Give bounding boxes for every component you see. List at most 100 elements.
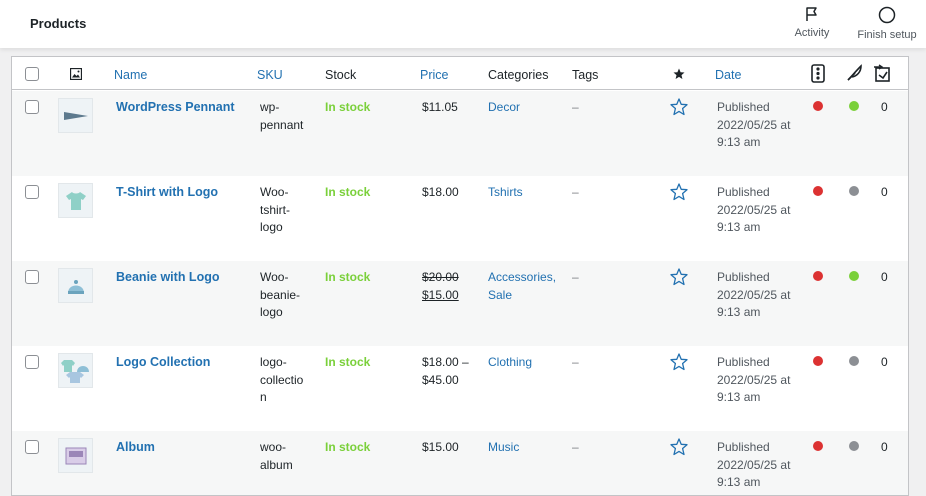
product-name-link[interactable]: Logo Collection [116,354,210,372]
count-cell: 0 [881,270,888,284]
stock-status: In stock [325,100,371,114]
category-link[interactable]: Tshirts [488,184,523,202]
price-cell: $11.05 [422,100,458,114]
column-name[interactable]: Name [114,67,147,85]
status-dot-grey [849,441,859,451]
circle-progress-icon [878,6,896,24]
status-dot-red [813,101,823,111]
price-cell: $18.00 [422,185,459,199]
date-cell: Published 2022/05/25 at 9:13 am [717,355,791,404]
image-icon [70,68,82,80]
sale-price: $15.00 [422,287,459,302]
column-stock: Stock [325,68,357,82]
status-dot-red [813,356,823,366]
column-categories: Categories [488,68,549,82]
star-outline-icon[interactable] [670,183,688,201]
count-cell: 0 [881,440,888,454]
status-dot-green [849,101,859,111]
stock-status: In stock [325,355,371,369]
flag-icon [806,7,817,21]
date-cell: Published 2022/05/25 at 9:13 am [717,100,791,149]
tags-cell: – [572,440,579,454]
beanie-image [67,279,84,294]
finish-setup-button[interactable]: Finish setup [854,6,920,41]
status-dot-green [849,271,859,281]
page-title: Products [30,16,87,31]
category-link[interactable]: Music [488,439,519,457]
table-row: Beanie with Logo Woo-beanie-logo In stoc… [12,261,908,346]
date-cell: Published 2022/05/25 at 9:13 am [717,185,791,234]
products-table: Name SKU Stock Price Categories Tags Dat… [11,56,909,496]
tags-cell: – [572,100,579,114]
product-name-link[interactable]: T-Shirt with Logo [116,184,218,202]
sku-cell: Woo-beanie-logo [260,270,301,319]
column-tags: Tags [572,68,599,82]
status-dot-grey [849,186,859,196]
logo-collection-image [60,359,89,383]
tags-cell: – [572,270,579,284]
count-cell: 0 [881,185,888,199]
featured-star-icon[interactable] [673,68,685,80]
table-row: WordPress Pennant wp-pennant In stock $1… [12,91,908,176]
sku-cell: woo-album [260,440,293,472]
sku-cell: Woo-tshirt-logo [260,185,290,234]
product-thumbnail[interactable] [58,353,93,388]
tshirt-image [65,191,86,210]
category-link[interactable]: Decor [488,99,520,117]
price-cell: $15.00 [422,440,459,454]
activity-button[interactable]: Activity [790,6,834,39]
category-link[interactable]: Clothing [488,354,532,372]
table-header: Name SKU Stock Price Categories Tags Dat… [12,57,908,90]
star-outline-icon[interactable] [670,353,688,371]
product-name-link[interactable]: WordPress Pennant [116,99,235,117]
traffic-light-icon [811,64,825,83]
table-row: Album woo-album In stock $15.00 Music – … [12,431,908,495]
column-sku[interactable]: SKU [257,67,283,85]
count-cell: 0 [881,100,888,114]
product-thumbnail[interactable] [58,98,93,133]
price-cell: $18.00 – $45.00 [422,355,469,387]
date-cell: Published 2022/05/25 at 9:13 am [717,270,791,319]
finish-setup-label: Finish setup [857,29,917,41]
stock-status: In stock [325,440,371,454]
sku-cell: logo-collectio n [260,355,304,404]
album-image [65,447,86,464]
link-count-icon [874,64,890,82]
regular-price: $20.00 [422,270,459,284]
row-checkbox[interactable] [25,270,39,284]
pennant-image [63,111,88,120]
row-checkbox[interactable] [25,185,39,199]
activity-label: Activity [794,27,830,39]
star-outline-icon[interactable] [670,438,688,456]
table-row: Logo Collection logo-collectio n In stock… [12,346,908,431]
column-date[interactable]: Date [715,67,741,85]
product-thumbnail[interactable] [58,438,93,473]
status-dot-red [813,271,823,281]
product-thumbnail[interactable] [58,183,93,218]
row-checkbox[interactable] [25,100,39,114]
row-checkbox[interactable] [25,440,39,454]
row-checkbox[interactable] [25,355,39,369]
tags-cell: – [572,355,579,369]
feather-icon [847,64,862,81]
count-cell: 0 [881,355,888,369]
sku-cell: wp-pennant [260,100,304,132]
stock-status: In stock [325,270,371,284]
select-all-checkbox[interactable] [25,67,39,81]
status-dot-red [813,186,823,196]
table-row: T-Shirt with Logo Woo-tshirt-logo In sto… [12,176,908,261]
status-dot-red [813,441,823,451]
price-cell: $20.00 $15.00 [422,269,459,304]
product-name-link[interactable]: Album [116,439,155,457]
category-links[interactable]: Accessories, Sale [488,269,556,304]
top-bar: Products Activity Finish setup [0,0,926,48]
tags-cell: – [572,185,579,199]
status-dot-grey [849,356,859,366]
star-outline-icon[interactable] [670,268,688,286]
column-price[interactable]: Price [420,67,448,85]
star-outline-icon[interactable] [670,98,688,116]
product-name-link[interactable]: Beanie with Logo [116,269,219,287]
product-thumbnail[interactable] [58,268,93,303]
stock-status: In stock [325,185,371,199]
date-cell: Published 2022/05/25 at 9:13 am [717,440,791,489]
